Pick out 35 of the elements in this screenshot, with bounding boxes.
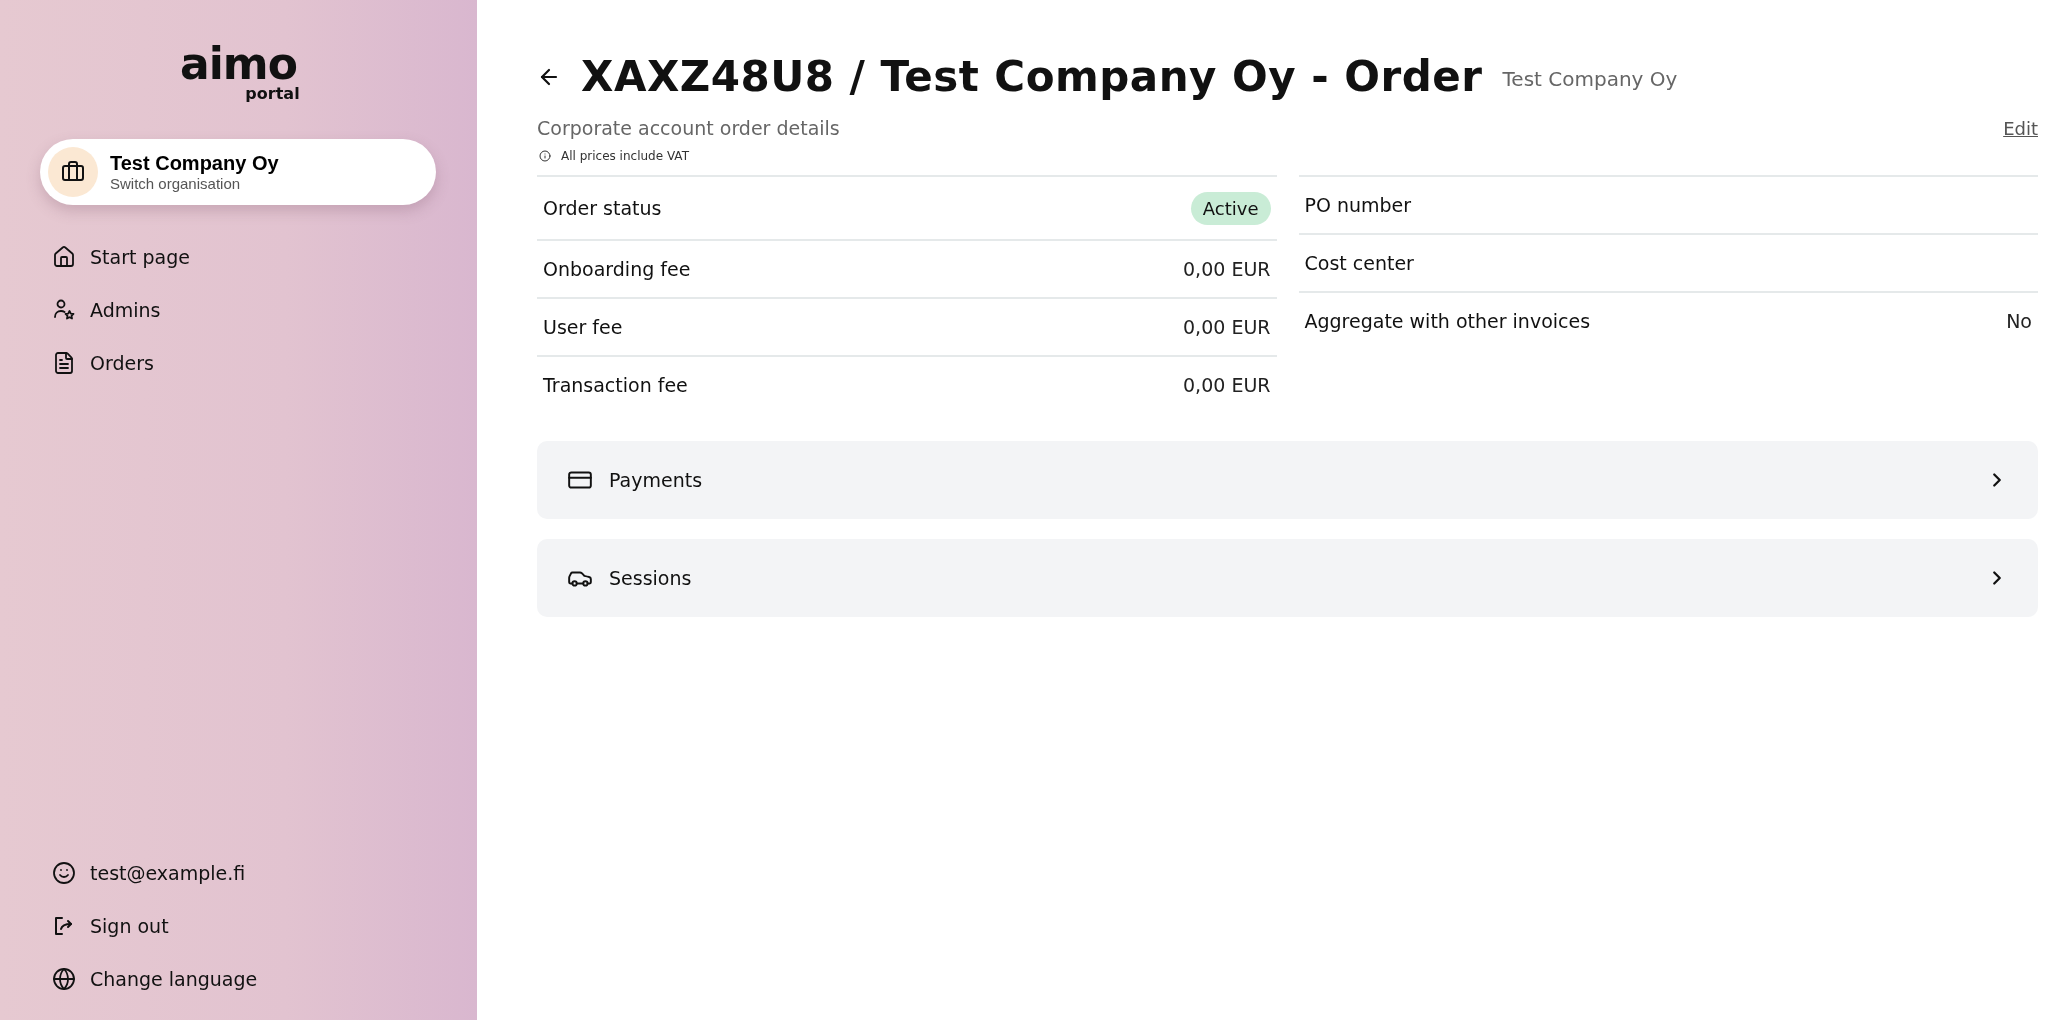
- row-label: PO number: [1304, 194, 1412, 216]
- smiley-icon: [52, 860, 76, 885]
- house-icon: [52, 244, 76, 269]
- briefcase-icon: [48, 147, 98, 197]
- row-label: Order status: [543, 197, 662, 219]
- expandable-section[interactable]: Payments: [537, 441, 2038, 519]
- row-label: User fee: [543, 316, 623, 338]
- row-label: Transaction fee: [543, 374, 688, 396]
- row-label: Cost center: [1304, 252, 1414, 274]
- status-badge: Active: [1190, 191, 1271, 225]
- row-label: Aggregate with other invoices: [1304, 310, 1591, 332]
- row-label: Onboarding fee: [543, 258, 691, 280]
- company-name: Test Company Oy: [1502, 66, 1678, 91]
- page-subtitle: Corporate account order details: [537, 117, 840, 139]
- page-title: XAXZ48U8 / Test Company Oy - Order: [581, 52, 1483, 101]
- nav-item[interactable]: Admins: [52, 294, 437, 325]
- person-star-icon: [52, 297, 76, 322]
- document-icon: [52, 350, 76, 375]
- sidebar-footer-link[interactable]: test@example.fi: [52, 857, 437, 888]
- row-value: 0,00 EUR: [1183, 374, 1271, 396]
- expandable-section[interactable]: Sessions: [537, 539, 2038, 617]
- sidebar-footer-link[interactable]: Change language: [52, 963, 437, 994]
- sidebar-footer-link[interactable]: Sign out: [52, 910, 437, 941]
- nav-item[interactable]: Orders: [52, 347, 437, 378]
- edit-link[interactable]: Edit: [2003, 118, 2038, 139]
- logo-tagline: portal: [245, 84, 300, 103]
- row-value: 0,00 EUR: [1183, 258, 1271, 280]
- logo-wordmark: aimo: [180, 44, 297, 84]
- row-value: No: [2006, 310, 2032, 332]
- info-icon: [539, 150, 551, 162]
- globe-icon: [52, 966, 76, 991]
- nav-item[interactable]: Start page: [52, 241, 437, 272]
- vat-note: All prices include VAT: [561, 149, 689, 163]
- organisation-switcher[interactable]: Test Company Oy Switch organisation: [40, 139, 436, 205]
- row-value: 0,00 EUR: [1183, 316, 1271, 338]
